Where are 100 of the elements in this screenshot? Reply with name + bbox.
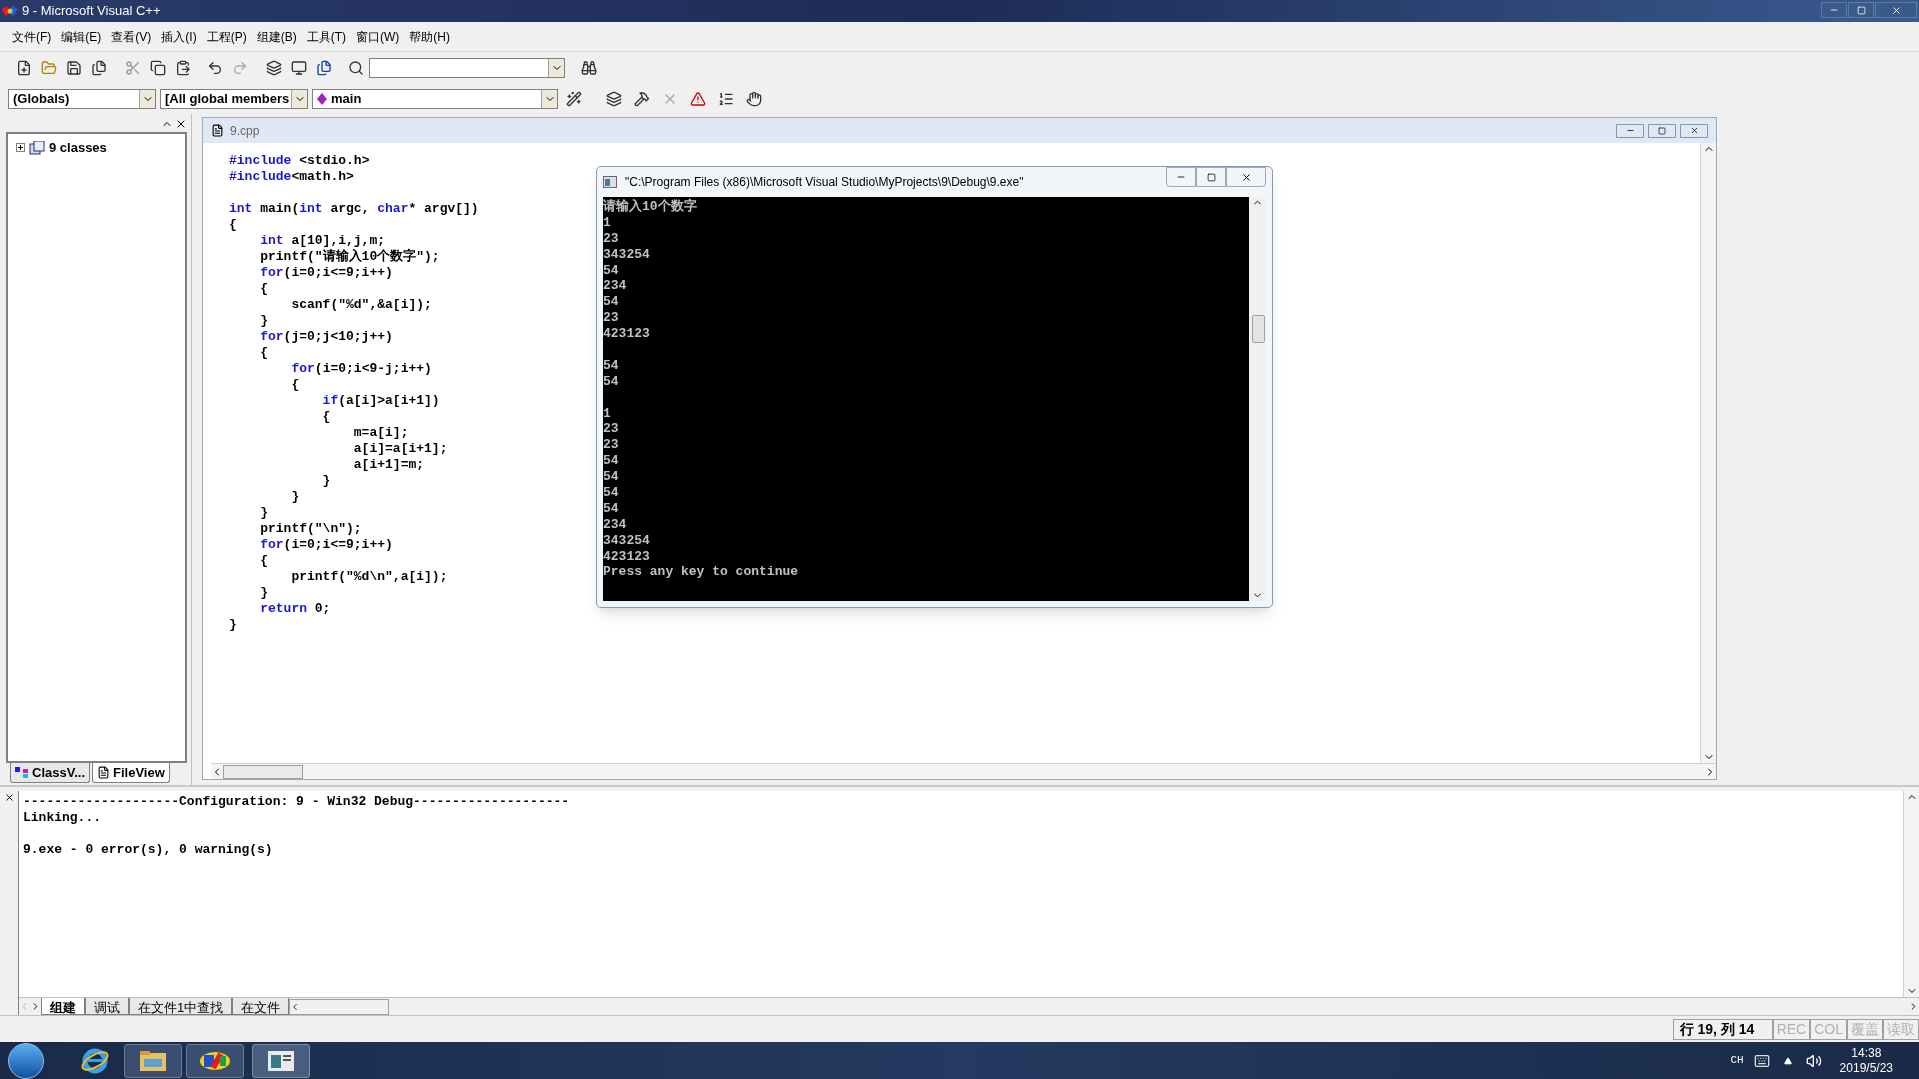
restore-button[interactable] (1848, 2, 1874, 18)
code-line: a[i+1]=m; (352, 457, 425, 473)
start-button[interactable] (8, 1042, 44, 1079)
menu-item[interactable]: 编辑(E) (57, 27, 106, 46)
console-line: 423123 (603, 548, 650, 565)
console-icon (603, 176, 617, 188)
minimize-button[interactable] (1821, 2, 1847, 18)
show-hidden-icons-icon[interactable] (1783, 1056, 1792, 1065)
horizontal-scrollbar[interactable] (211, 763, 1716, 779)
close-icon (1240, 171, 1252, 183)
console-line: 23 (603, 437, 619, 454)
code-line: { (290, 377, 300, 393)
tree-item[interactable]: 9 classes (49, 138, 107, 158)
menu-item[interactable]: 工具(T) (302, 27, 350, 46)
console-line: 343254 (603, 532, 650, 549)
code-line: for(j=0;j<10;j++) (259, 329, 393, 345)
console-line: 23 (603, 230, 619, 247)
code-line: scanf("%d",&a[i]); (290, 297, 432, 313)
language-indicator[interactable]: CH (1730, 1052, 1744, 1069)
console-line: 请输入10个数字 (603, 199, 697, 215)
status-indicator: 读取 (1883, 1018, 1919, 1040)
restore-icon (1856, 5, 1866, 15)
status-indicator: COL (1810, 1018, 1847, 1040)
filter-combo[interactable]: [All global members (160, 89, 308, 109)
output-tab[interactable]: 在文件1中查找 (129, 998, 233, 1015)
restore-icon (1658, 126, 1666, 135)
code-line: for(i=0;i<=9;i++) (259, 537, 393, 553)
scroll-thumb[interactable] (223, 764, 303, 779)
console-line: 423123 (603, 326, 650, 342)
menu-item[interactable]: 插入(I) (157, 27, 201, 46)
code-line: a[i]=a[i+1]; (352, 441, 448, 457)
code-line: for(i=0;i<9-j;i++) (290, 361, 432, 377)
menu-item[interactable]: 查看(V) (107, 27, 156, 46)
scroll-thumb[interactable] (1252, 315, 1265, 343)
console-line: 54 (603, 357, 619, 374)
keyboard-icon[interactable] (1753, 1052, 1770, 1069)
output-tab[interactable]: 调试 (85, 998, 129, 1015)
find-combo[interactable] (369, 58, 565, 78)
clock[interactable]: 14:38 2019/5/23 (1839, 1045, 1893, 1076)
output-tab[interactable]: 在文件 (232, 998, 290, 1015)
menu-item[interactable]: 工程(P) (202, 27, 251, 46)
volume-icon[interactable] (1805, 1052, 1822, 1069)
restore-button[interactable] (1196, 167, 1226, 187)
console-line: 234 (603, 516, 627, 533)
window-title: 9 - Microsoft Visual C++ (22, 2, 161, 21)
code-line: { (259, 345, 268, 361)
restore-icon (1206, 172, 1216, 182)
status-indicator: 覆盖 (1847, 1018, 1883, 1040)
console-line: 54 (603, 485, 619, 501)
visual-cpp-taskbar-icon[interactable] (186, 1043, 244, 1078)
console-line: 54 (603, 453, 619, 470)
code-line: printf("%d\n",a[i]); (290, 569, 448, 585)
console-taskbar-icon[interactable] (252, 1043, 310, 1078)
pane-close-icon[interactable] (3, 792, 15, 803)
console-line: 343254 (603, 246, 650, 263)
code-line: } (290, 489, 300, 505)
code-line: return 0; (259, 601, 331, 617)
horizontal-scrollbar[interactable] (289, 998, 390, 1015)
console-line: 234 (603, 278, 627, 295)
classes-icon (29, 140, 45, 155)
diamond-icon (317, 93, 327, 105)
status-indicator: REC (1772, 1018, 1811, 1040)
console-line: 23 (603, 310, 619, 327)
class-view-icon (15, 766, 29, 779)
cursor-position: 行 19, 列 14 (1672, 1018, 1773, 1040)
folder-taskbar-icon[interactable] (124, 1043, 182, 1078)
document-icon (97, 766, 110, 779)
output-line: Linking... (23, 810, 101, 826)
code-line: { (321, 409, 331, 425)
console-title: "C:\Program Files (x86)\Microsoft Visual Studio\MyProjects\9\Debug\9.exe" (625, 174, 1024, 191)
panel-close-icon[interactable] (175, 118, 187, 130)
console-line: 23 (603, 421, 619, 438)
class-combo[interactable]: (Globals) (8, 89, 156, 109)
console-line: 54 (603, 500, 619, 517)
close-button[interactable] (1680, 123, 1708, 138)
menu-item[interactable]: 帮助(H) (405, 27, 454, 46)
code-line: printf("\n"); (259, 521, 362, 537)
output-tab[interactable]: 组建 (41, 998, 85, 1015)
member-combo[interactable]: main (312, 89, 558, 109)
menu-item[interactable]: 文件(F) (8, 27, 56, 46)
output-line: 9.exe - 0 error(s), 0 warning(s) (23, 842, 273, 858)
code-line: } (259, 313, 268, 329)
vertical-scrollbar[interactable] (1700, 143, 1716, 763)
code-line: for(i=0;i<=9;i++) (259, 265, 393, 281)
console-line: 54 (603, 294, 619, 311)
code-line: m=a[i]; (352, 425, 409, 441)
workspace-tab[interactable]: FileView (92, 763, 170, 783)
code-line: #include<math.h> (229, 169, 354, 185)
workspace-tab[interactable]: ClassV... (10, 763, 90, 783)
expand-toggle[interactable] (16, 143, 25, 153)
output-line: --------------------Configuration: 9 - Win32 Debug-------------------- (23, 794, 570, 810)
menu-item[interactable]: 窗口(W) (352, 27, 404, 46)
code-line: if(a[i]>a[i+1]) (321, 393, 440, 409)
code-line: } (259, 585, 268, 601)
console-line: 54 (603, 469, 619, 486)
vertical-scrollbar[interactable] (1903, 791, 1919, 997)
console-line: Press any key to continue (603, 564, 799, 581)
document-icon (211, 124, 224, 137)
code-line: } (229, 617, 237, 633)
menu-item[interactable]: 组建(B) (252, 27, 301, 46)
